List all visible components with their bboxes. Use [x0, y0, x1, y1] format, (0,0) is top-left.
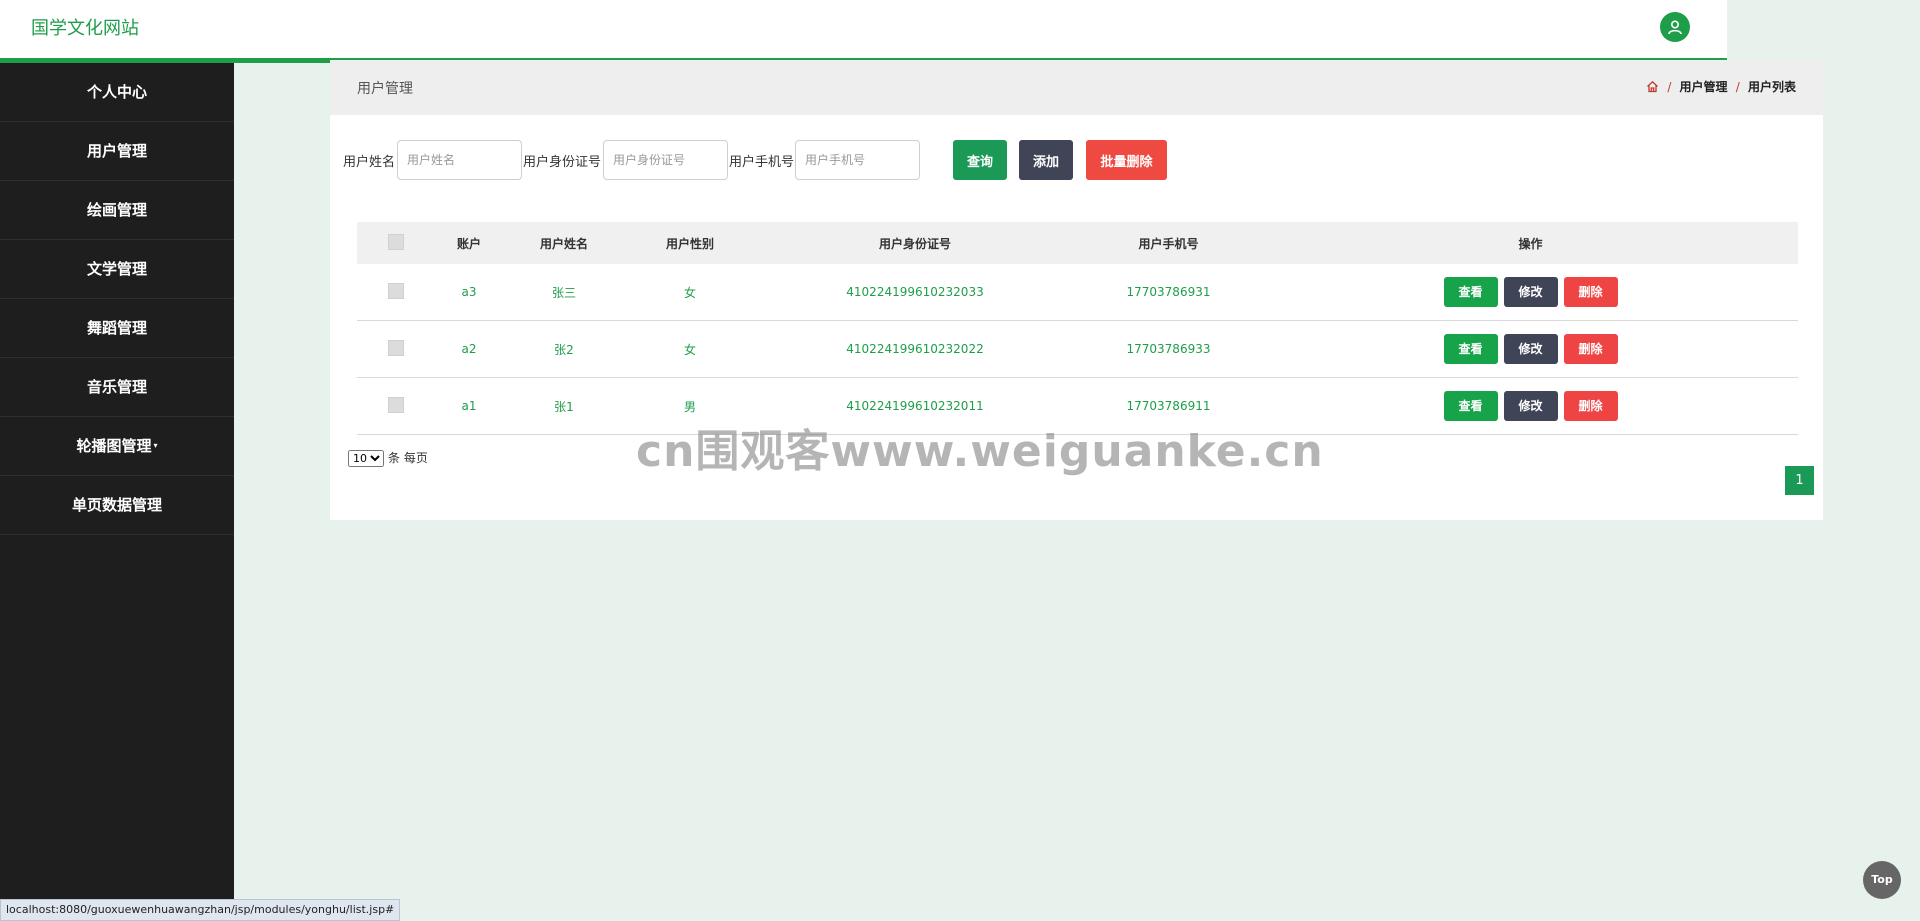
phone-search-input[interactable]: [795, 140, 920, 180]
query-button[interactable]: 查询: [953, 140, 1007, 180]
id-number-cell: 410224199610232033: [756, 264, 1074, 321]
home-icon[interactable]: [1646, 80, 1659, 93]
page-size-suffix: 条 每页: [388, 451, 428, 465]
delete-button[interactable]: 删除: [1563, 277, 1618, 307]
site-title[interactable]: 国学文化网站: [31, 14, 139, 40]
pagination-page-1[interactable]: 1: [1785, 466, 1814, 495]
edit-button[interactable]: 修改: [1503, 391, 1558, 421]
select-all-header: [357, 222, 434, 264]
row-checkbox[interactable]: [387, 282, 404, 299]
table-row: a3 张三 女 410224199610232033 17703786931 查…: [357, 264, 1798, 321]
user-avatar[interactable]: [1660, 12, 1690, 42]
sidebar-item-painting-management[interactable]: 绘画管理: [0, 181, 234, 240]
gender-cell: 女: [624, 320, 756, 378]
back-to-top-button[interactable]: Top: [1863, 861, 1901, 899]
actions-cell: 查看 修改 删除: [1263, 377, 1798, 435]
id-number-cell: 410224199610232022: [756, 320, 1074, 378]
add-button[interactable]: 添加: [1019, 140, 1073, 180]
column-header: 用户性别: [624, 222, 756, 264]
column-header: 用户身份证号: [756, 222, 1074, 264]
sidebar-item-user-management[interactable]: 用户管理: [0, 122, 234, 181]
column-header: 操作: [1263, 222, 1798, 264]
sidebar-item-literature-management[interactable]: 文学管理: [0, 240, 234, 299]
table-row: a2 张2 女 410224199610232022 17703786933 查…: [357, 320, 1798, 378]
account-cell: a3: [434, 264, 504, 321]
account-cell: a2: [434, 320, 504, 378]
name-cell: 张三: [504, 264, 624, 321]
edit-button[interactable]: 修改: [1503, 277, 1558, 307]
id-search-label: 用户身份证号: [523, 155, 602, 170]
delete-button[interactable]: 删除: [1563, 334, 1618, 364]
phone-cell: 17703786933: [1074, 320, 1263, 378]
page-title: 用户管理: [357, 81, 413, 97]
user-icon: [1668, 20, 1682, 35]
id-search-input[interactable]: [603, 140, 728, 180]
actions-cell: 查看 修改 删除: [1263, 264, 1798, 321]
sidebar-item-carousel-management[interactable]: 轮播图管理 ▾: [0, 417, 234, 476]
breadcrumb-user-management[interactable]: 用户管理: [1680, 80, 1728, 94]
batch-delete-button[interactable]: 批量删除: [1086, 140, 1167, 180]
sidebar: 个人中心 用户管理 绘画管理 文学管理 舞蹈管理 音乐管理 轮播图管理 ▾ 单页数…: [0, 63, 234, 919]
sidebar-item-dance-management[interactable]: 舞蹈管理: [0, 299, 234, 358]
column-header: 账户: [434, 222, 504, 264]
row-select-cell: [357, 264, 434, 321]
edit-button[interactable]: 修改: [1503, 334, 1558, 364]
breadcrumb-separator: /: [1667, 80, 1672, 94]
breadcrumb-separator: /: [1735, 80, 1740, 94]
gender-cell: 女: [624, 264, 756, 321]
row-checkbox[interactable]: [387, 396, 404, 413]
row-checkbox[interactable]: [387, 339, 404, 356]
page-size-control: 10 条 每页: [348, 449, 428, 467]
delete-button[interactable]: 删除: [1563, 391, 1618, 421]
column-header: 用户姓名: [504, 222, 624, 264]
status-bar-url: localhost:8080/guoxuewenhuawangzhan/jsp/…: [0, 899, 401, 921]
page-size-select[interactable]: 10: [348, 450, 384, 467]
user-table: 账户 用户姓名 用户性别 用户身份证号 用户手机号 操作 a3 张三 女 410…: [357, 222, 1798, 435]
breadcrumb: / 用户管理 / 用户列表: [1646, 78, 1796, 95]
sidebar-item-single-page-data[interactable]: 单页数据管理: [0, 476, 234, 535]
phone-search-label: 用户手机号: [729, 155, 795, 170]
name-cell: 张1: [504, 377, 624, 435]
row-select-cell: [357, 320, 434, 378]
table-header-row: 账户 用户姓名 用户性别 用户身份证号 用户手机号 操作: [357, 222, 1798, 264]
top-navbar: 国学文化网站: [0, 0, 1727, 63]
name-search-input[interactable]: [397, 140, 522, 180]
view-button[interactable]: 查看: [1443, 334, 1498, 364]
actions-cell: 查看 修改 删除: [1263, 320, 1798, 378]
select-all-checkbox[interactable]: [387, 233, 404, 250]
panel-header: 用户管理 / 用户管理 / 用户列表: [330, 60, 1823, 115]
name-cell: 张2: [504, 320, 624, 378]
breadcrumb-user-list: 用户列表: [1747, 80, 1796, 94]
phone-cell: 17703786931: [1074, 264, 1263, 321]
row-select-cell: [357, 377, 434, 435]
sidebar-item-label: 轮播图管理: [76, 437, 152, 455]
view-button[interactable]: 查看: [1443, 391, 1498, 421]
watermark: cn围观客www.weiguanke.cn: [636, 426, 1324, 477]
view-button[interactable]: 查看: [1443, 277, 1498, 307]
caret-down-icon: ▾: [153, 441, 158, 450]
name-search-label: 用户姓名: [343, 155, 396, 170]
column-header: 用户手机号: [1074, 222, 1263, 264]
sidebar-item-music-management[interactable]: 音乐管理: [0, 358, 234, 417]
sidebar-item-personal-center[interactable]: 个人中心: [0, 63, 234, 122]
account-cell: a1: [434, 377, 504, 435]
